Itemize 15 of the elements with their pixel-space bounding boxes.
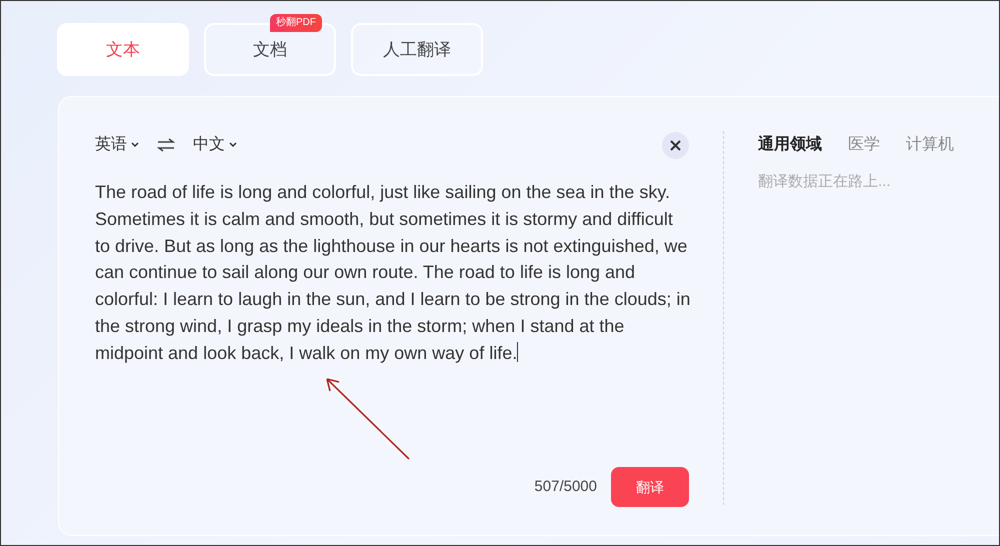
- domain-tab[interactable]: 通用领域: [758, 133, 822, 157]
- mode-tab[interactable]: 文本: [57, 23, 189, 76]
- mode-tab[interactable]: 人工翻译: [351, 23, 483, 76]
- chevron-down-icon: [131, 142, 139, 148]
- result-field: 翻译数据正在路上...: [758, 171, 954, 194]
- target-language-select[interactable]: 中文: [193, 133, 237, 157]
- translate-button[interactable]: 翻译: [611, 467, 689, 507]
- character-count: 507/5000: [534, 476, 597, 497]
- input-field[interactable]: The road of life is long and colorful, just like sailing on the sea in the sky. Sometimes it is calm and smooth, but sometimes it is stormy and difficult to drive. But as long as the lighthouse in our hearts is not extinguished, we can continue to sail along our own route. The road to life is long and colorful: I learn to laugh in the sun, and I learn to be strong in the clouds; in the strong wind, I grasp my ideals in the storm; when I stand at the midpoint and look back, I walk on my own way of life.: [95, 179, 691, 367]
- close-button[interactable]: [662, 132, 689, 159]
- tab-badge: 秒翻PDF: [270, 14, 322, 32]
- source-language-select[interactable]: 英语: [95, 133, 139, 157]
- swap-icon[interactable]: [157, 138, 175, 152]
- chevron-down-icon: [229, 142, 237, 148]
- close-icon: [670, 140, 681, 151]
